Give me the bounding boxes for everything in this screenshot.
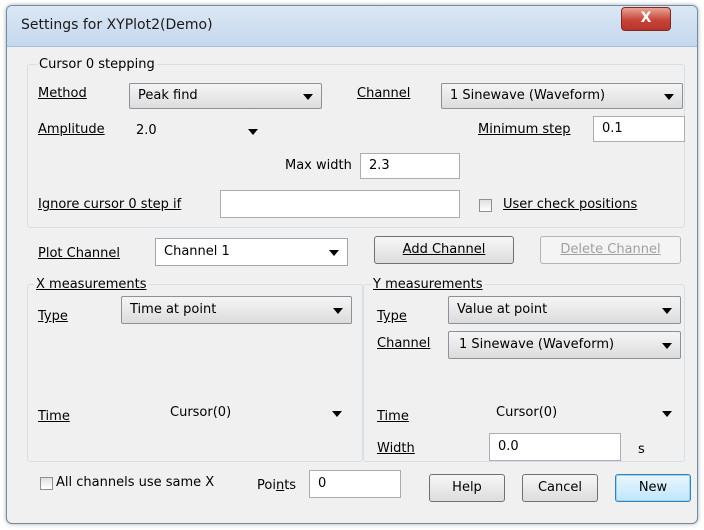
new-button[interactable]: New xyxy=(615,474,691,502)
minimum-step-value: 0.1 xyxy=(602,121,623,136)
points-value: 0 xyxy=(318,476,327,491)
add-channel-label: Add Channel xyxy=(402,242,486,257)
delete-channel-button[interactable]: Delete Channel xyxy=(540,236,681,264)
y-channel-value: 1 Sinewave (Waveform) xyxy=(459,337,615,352)
chevron-down-icon xyxy=(664,94,674,100)
y-width-label: Width xyxy=(377,441,415,456)
minimum-step-label: Minimum step xyxy=(478,122,571,137)
y-type-value: Value at point xyxy=(457,302,548,317)
method-label: Method xyxy=(38,86,87,101)
max-width-input[interactable]: 2.3 xyxy=(360,153,460,179)
chevron-down-icon xyxy=(332,411,342,417)
y-type-label: Type xyxy=(377,309,407,324)
chevron-down-icon xyxy=(329,250,339,256)
channel-label: Channel xyxy=(357,86,411,101)
amplitude-dropdown[interactable]: 2.0 xyxy=(127,118,267,144)
y-time-value: Cursor(0) xyxy=(496,405,558,420)
help-button[interactable]: Help xyxy=(429,474,505,502)
amplitude-label: Amplitude xyxy=(38,122,105,137)
y-channel-label: Channel xyxy=(377,336,431,351)
y-measurements-group-label: Y measurements xyxy=(371,277,485,292)
user-check-positions-checkbox[interactable] xyxy=(479,199,492,212)
x-type-label: Type xyxy=(38,309,68,324)
points-label: Points xyxy=(257,478,297,493)
dialog-client-area: Cursor 0 stepping Method Peak find Chann… xyxy=(15,47,691,517)
chevron-down-icon xyxy=(662,411,672,417)
x-type-value: Time at point xyxy=(130,302,217,317)
y-width-input[interactable]: 0.0 xyxy=(489,433,621,461)
x-time-dropdown[interactable]: Cursor(0) xyxy=(161,399,351,427)
close-button[interactable]: X xyxy=(621,7,671,31)
amplitude-value: 2.0 xyxy=(136,123,157,138)
same-x-checkbox[interactable] xyxy=(40,477,53,490)
same-x-label: All channels use same X xyxy=(56,475,215,490)
chevron-down-icon xyxy=(662,308,672,314)
y-time-dropdown[interactable]: Cursor(0) xyxy=(487,399,681,427)
plot-channel-value: Channel 1 xyxy=(164,244,230,259)
plot-channel-label: Plot Channel xyxy=(38,246,121,261)
add-channel-button[interactable]: Add Channel xyxy=(374,236,514,264)
title-bar: Settings for XYPlot2(Demo) X xyxy=(7,6,697,47)
dialog-title: Settings for XYPlot2(Demo) xyxy=(21,17,213,33)
max-width-value: 2.3 xyxy=(369,158,390,173)
max-width-label: Max width xyxy=(285,158,352,173)
stepping-channel-value: 1 Sinewave (Waveform) xyxy=(450,88,606,103)
x-type-dropdown[interactable]: Time at point xyxy=(121,296,352,324)
chevron-down-icon xyxy=(662,343,672,349)
y-width-value: 0.0 xyxy=(498,439,519,454)
cancel-button[interactable]: Cancel xyxy=(522,474,598,502)
stepping-channel-dropdown[interactable]: 1 Sinewave (Waveform) xyxy=(441,83,683,109)
x-time-label: Time xyxy=(38,409,70,424)
chevron-down-icon xyxy=(248,129,258,135)
x-time-value: Cursor(0) xyxy=(170,405,232,420)
x-measurements-group-label: X measurements xyxy=(34,277,149,292)
method-dropdown[interactable]: Peak find xyxy=(129,83,322,109)
ignore-step-label: Ignore cursor 0 step if xyxy=(38,197,182,212)
chevron-down-icon xyxy=(303,94,313,100)
method-value: Peak find xyxy=(138,88,198,103)
settings-dialog: Settings for XYPlot2(Demo) X Cursor 0 st… xyxy=(6,5,698,524)
y-width-unit: s xyxy=(638,442,645,457)
user-check-positions-label: User check positions xyxy=(503,197,638,212)
cursor-stepping-group-label: Cursor 0 stepping xyxy=(37,57,157,72)
y-type-dropdown[interactable]: Value at point xyxy=(448,296,681,324)
ignore-step-input[interactable] xyxy=(220,190,460,218)
plot-channel-dropdown[interactable]: Channel 1 xyxy=(155,238,348,266)
minimum-step-input[interactable]: 0.1 xyxy=(593,116,685,142)
y-time-label: Time xyxy=(377,409,409,424)
y-channel-dropdown[interactable]: 1 Sinewave (Waveform) xyxy=(448,331,681,359)
points-input[interactable]: 0 xyxy=(309,470,401,498)
chevron-down-icon xyxy=(333,308,343,314)
delete-channel-label: Delete Channel xyxy=(560,242,661,257)
